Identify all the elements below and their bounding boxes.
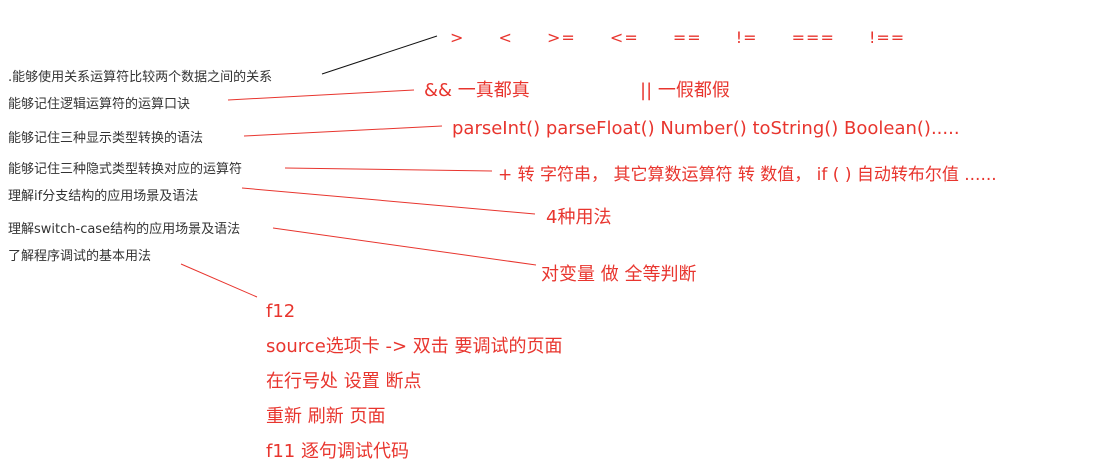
- debug-step: source选项卡 -> 双击 要调试的页面: [266, 336, 563, 357]
- operator-lt: <: [498, 28, 513, 47]
- debug-step: f11 逐句调试代码: [266, 441, 409, 462]
- debug-steps: f12 source选项卡 -> 双击 要调试的页面 在行号处 设置 断点 重新…: [266, 294, 563, 469]
- operator-neq: !=: [735, 28, 758, 47]
- connector-implicit: [284, 167, 493, 172]
- debug-step: 在行号处 设置 断点: [266, 371, 422, 392]
- debug-step: 重新 刷新 页面: [266, 406, 386, 427]
- connector-switch: [272, 227, 537, 266]
- topic-relational: .能够使用关系运算符比较两个数据之间的关系: [8, 70, 273, 85]
- connector-relational: [321, 35, 438, 75]
- operator-strict-neq: !==: [868, 28, 906, 47]
- topic-implicit: 能够记住三种隐式类型转换对应的运算符: [8, 162, 243, 177]
- topic-if: 理解if分支结构的应用场景及语法: [8, 189, 199, 204]
- operator-gte: >=: [547, 28, 576, 47]
- operator-lte: <=: [609, 28, 639, 47]
- switch-note: 对变量 做 全等判断: [541, 264, 697, 285]
- connector-logical: [227, 89, 415, 101]
- connector-if: [241, 187, 536, 215]
- logical-and-note: && 一真都真: [424, 80, 530, 101]
- logical-or-note: || 一假都假: [640, 80, 730, 101]
- operator-strict-eq: ===: [791, 28, 835, 47]
- topic-logical: 能够记住逻辑运算符的运算口诀: [8, 97, 191, 112]
- operator-eq: ==: [672, 28, 702, 47]
- relational-operators: > < >= <= == != === !==: [450, 28, 933, 47]
- connector-explicit: [243, 125, 443, 137]
- if-usage-note: 4种用法: [546, 207, 612, 228]
- debug-step: f12: [266, 301, 296, 322]
- connector-debug: [180, 263, 258, 298]
- topic-debug: 了解程序调试的基本用法: [8, 249, 152, 264]
- operator-gt: >: [450, 28, 465, 47]
- topic-switch: 理解switch-case结构的应用场景及语法: [8, 222, 241, 237]
- implicit-conversion-note: + 转 字符串， 其它算数运算符 转 数值， if ( ) 自动转布尔值 ...…: [498, 165, 997, 185]
- topic-explicit: 能够记住三种显示类型转换的语法: [8, 131, 204, 146]
- explicit-conversion-note: parseInt() parseFloat() Number() toStrin…: [452, 118, 960, 139]
